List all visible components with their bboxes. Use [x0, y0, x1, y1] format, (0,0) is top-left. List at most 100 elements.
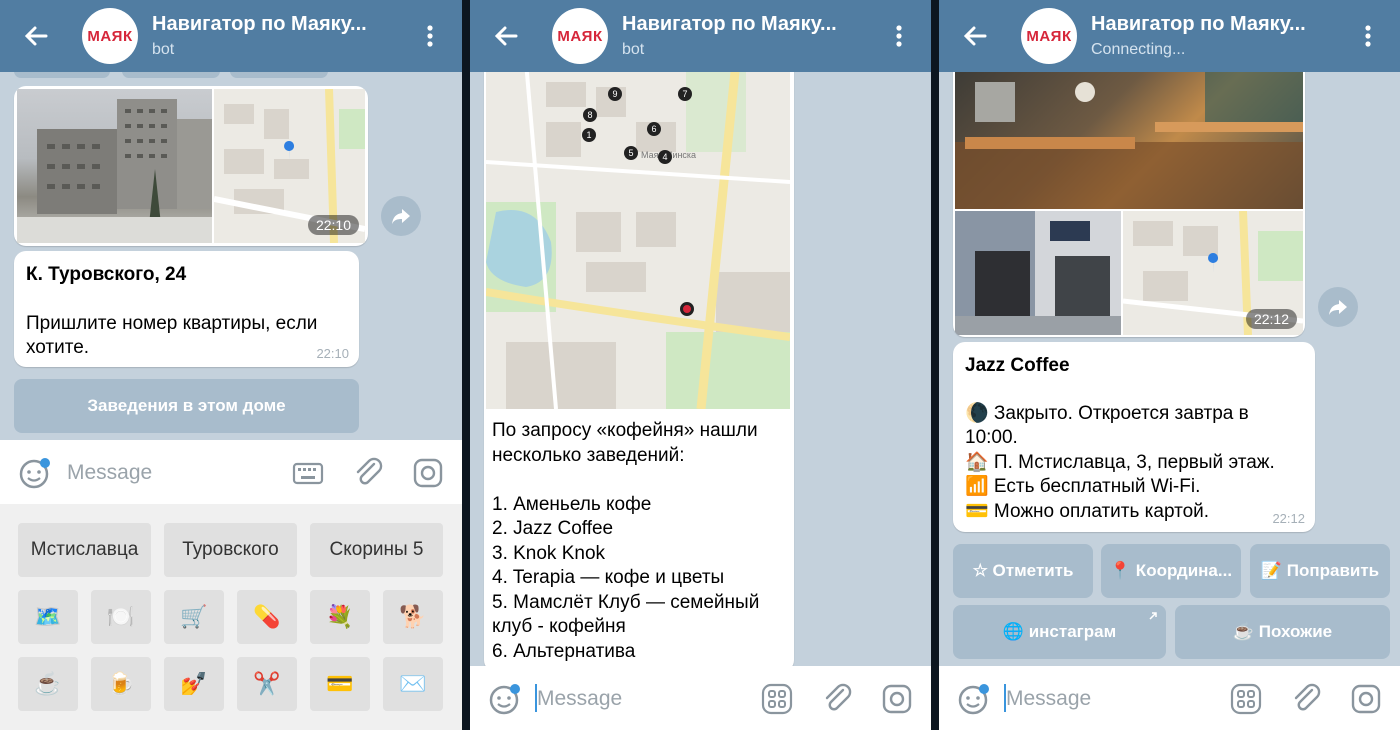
chat-title[interactable]: Навигатор по Маяку... [622, 13, 867, 36]
screen-2: МАЯК Навигатор по Маяку... bot Маяк Минс… [470, 0, 931, 730]
photo-album[interactable]: 22:12 [953, 62, 1305, 337]
location-map-thumbnail[interactable]: 22:10 [214, 89, 365, 243]
cafe-interior-photo[interactable] [955, 62, 1303, 209]
bot-reply-keyboard: Мстиславца Туровского Скорины 5 🗺️ 🍽️ 🛒 … [0, 504, 462, 730]
message-text-line: Пришлите номер квартиры, если [26, 313, 318, 334]
opening-time: 10:00. [965, 427, 1018, 448]
bot-commands-icon[interactable] [760, 682, 794, 716]
pets-emoji-button[interactable]: 🐕 [383, 590, 443, 644]
map-marker[interactable]: 8 [583, 108, 597, 122]
map-marker[interactable]: 9 [608, 87, 622, 101]
message-input-bar: Message [939, 666, 1400, 730]
message-time: 22:12 [1272, 511, 1305, 526]
attach-icon[interactable] [1290, 682, 1324, 716]
keyboard-icon[interactable] [291, 456, 325, 490]
place-title: Jazz Coffee [965, 355, 1070, 376]
message-input[interactable]: Message [537, 687, 622, 711]
three-screens: МАЯК Навигатор по Маяку... bot 22:10 К. … [0, 0, 1400, 730]
flowers-emoji-button[interactable]: 💐 [310, 590, 370, 644]
forward-button[interactable] [1318, 287, 1358, 327]
inline-button-places-in-house[interactable]: Заведения в этом доме [14, 379, 359, 433]
screen-3: МАЯК Навигатор по Маяку... Connecting... [939, 0, 1400, 730]
message-input-bar: Message [0, 440, 462, 506]
message-input-bar: Message [470, 666, 931, 730]
results-map[interactable]: Маяк Минска 9 7 8 6 1 5 4 [486, 62, 790, 409]
mail-emoji-button[interactable]: ✉️ [383, 657, 443, 711]
chat-header: МАЯК Навигатор по Маяку... Connecting... [939, 0, 1400, 72]
instagram-button[interactable]: 🌐 инстаграм [953, 605, 1166, 659]
results-map-illustration [486, 62, 790, 409]
chat-subtitle: bot [622, 41, 645, 58]
chat-subtitle: Connecting... [1091, 41, 1186, 58]
map-marker[interactable]: 6 [647, 122, 661, 136]
cafe-entrance-illustration [955, 211, 1121, 335]
more-menu-icon[interactable] [418, 22, 442, 50]
attach-icon[interactable] [352, 456, 386, 490]
chat-subtitle: bot [152, 41, 175, 58]
map-marker[interactable]: 1 [582, 128, 596, 142]
message-input[interactable]: Message [67, 461, 152, 485]
edit-button[interactable]: 📝 Поправить [1250, 544, 1390, 598]
building-photo[interactable] [17, 89, 212, 243]
bot-avatar[interactable]: МАЯК [82, 8, 138, 64]
chat-title[interactable]: Навигатор по Маяку... [1091, 13, 1336, 36]
reply-button-mstislavtsa[interactable]: Мстиславца [18, 523, 151, 577]
beer-emoji-button[interactable]: 🍺 [91, 657, 151, 711]
back-arrow-icon[interactable] [959, 20, 991, 52]
pharmacy-emoji-button[interactable]: 💊 [237, 590, 297, 644]
message-input[interactable]: Message [1006, 687, 1091, 711]
reply-button-skoriny[interactable]: Скорины 5 [310, 523, 443, 577]
message-text-line: По запросу «кофейня» нашли [492, 420, 758, 441]
coffee-emoji-button[interactable]: ☕ [18, 657, 78, 711]
card-emoji-button[interactable]: 💳 [310, 657, 370, 711]
message-text-line: хотите. [26, 337, 90, 358]
photo-album[interactable]: 22:10 [14, 86, 368, 246]
coordinates-button[interactable]: 📍 Координа... [1101, 544, 1241, 598]
chat-area[interactable]: Маяк Минска 9 7 8 6 1 5 4 По запросу «ко… [470, 62, 931, 730]
message-text-line: несколько заведений: [492, 444, 685, 466]
camera-icon[interactable] [411, 456, 445, 490]
result-item: 5. Мамслёт Клуб — семейный [492, 591, 760, 613]
share-arrow-icon [1329, 300, 1347, 315]
bot-avatar[interactable]: МАЯК [1021, 8, 1077, 64]
sticker-icon[interactable] [957, 682, 991, 716]
similar-places-button[interactable]: ☕ Похожие [1175, 605, 1390, 659]
map-marker[interactable]: 4 [658, 150, 672, 164]
results-text: По запросу «кофейня» нашли несколько зав… [492, 419, 759, 664]
bot-commands-icon[interactable] [1229, 682, 1263, 716]
more-menu-icon[interactable] [1356, 22, 1380, 50]
sticker-icon[interactable] [18, 456, 52, 490]
more-menu-icon[interactable] [887, 22, 911, 50]
map-marker[interactable]: 5 [624, 146, 638, 160]
chat-title[interactable]: Навигатор по Маяку... [152, 13, 397, 36]
address-message: К. Туровского, 24 Пришлите номер квартир… [14, 251, 359, 367]
restaurant-emoji-button[interactable]: 🍽️ [91, 590, 151, 644]
forward-button[interactable] [381, 196, 421, 236]
chat-header: МАЯК Навигатор по Маяку... bot [470, 0, 931, 72]
camera-icon[interactable] [1349, 682, 1383, 716]
payment-info: 💳 Можно оплатить картой. [965, 501, 1210, 522]
scissors-emoji-button[interactable]: ✂️ [237, 657, 297, 711]
shop-emoji-button[interactable]: 🛒 [164, 590, 224, 644]
location-map-thumbnail[interactable]: 22:12 [1123, 211, 1303, 335]
back-arrow-icon[interactable] [20, 20, 52, 52]
photo-time: 22:12 [1245, 309, 1297, 329]
back-arrow-icon[interactable] [490, 20, 522, 52]
mark-button[interactable]: ☆ Отметить [953, 544, 1093, 598]
nails-emoji-button[interactable]: 💅 [164, 657, 224, 711]
result-item: 3. Knok Knok [492, 542, 606, 564]
opening-status: 🌘 Закрыто. Откроется завтра в [965, 403, 1249, 424]
camera-icon[interactable] [880, 682, 914, 716]
map-emoji-button[interactable]: 🗺️ [18, 590, 78, 644]
bot-avatar[interactable]: МАЯК [552, 8, 608, 64]
current-location-marker [680, 302, 694, 316]
cafe-entrance-photo[interactable] [955, 211, 1121, 335]
sticker-icon[interactable] [488, 682, 522, 716]
result-item: 4. Terapia — кофе и цветы [492, 567, 725, 588]
attach-icon[interactable] [821, 682, 855, 716]
chat-area[interactable]: 22:12 Jazz Coffee 🌘 Закрыто. Откроется з… [939, 62, 1400, 730]
screen-1: МАЯК Навигатор по Маяку... bot 22:10 К. … [0, 0, 462, 730]
reply-button-turovskogo[interactable]: Туровского [164, 523, 297, 577]
result-item: 6. Альтернатива [492, 640, 636, 662]
map-marker[interactable]: 7 [678, 87, 692, 101]
